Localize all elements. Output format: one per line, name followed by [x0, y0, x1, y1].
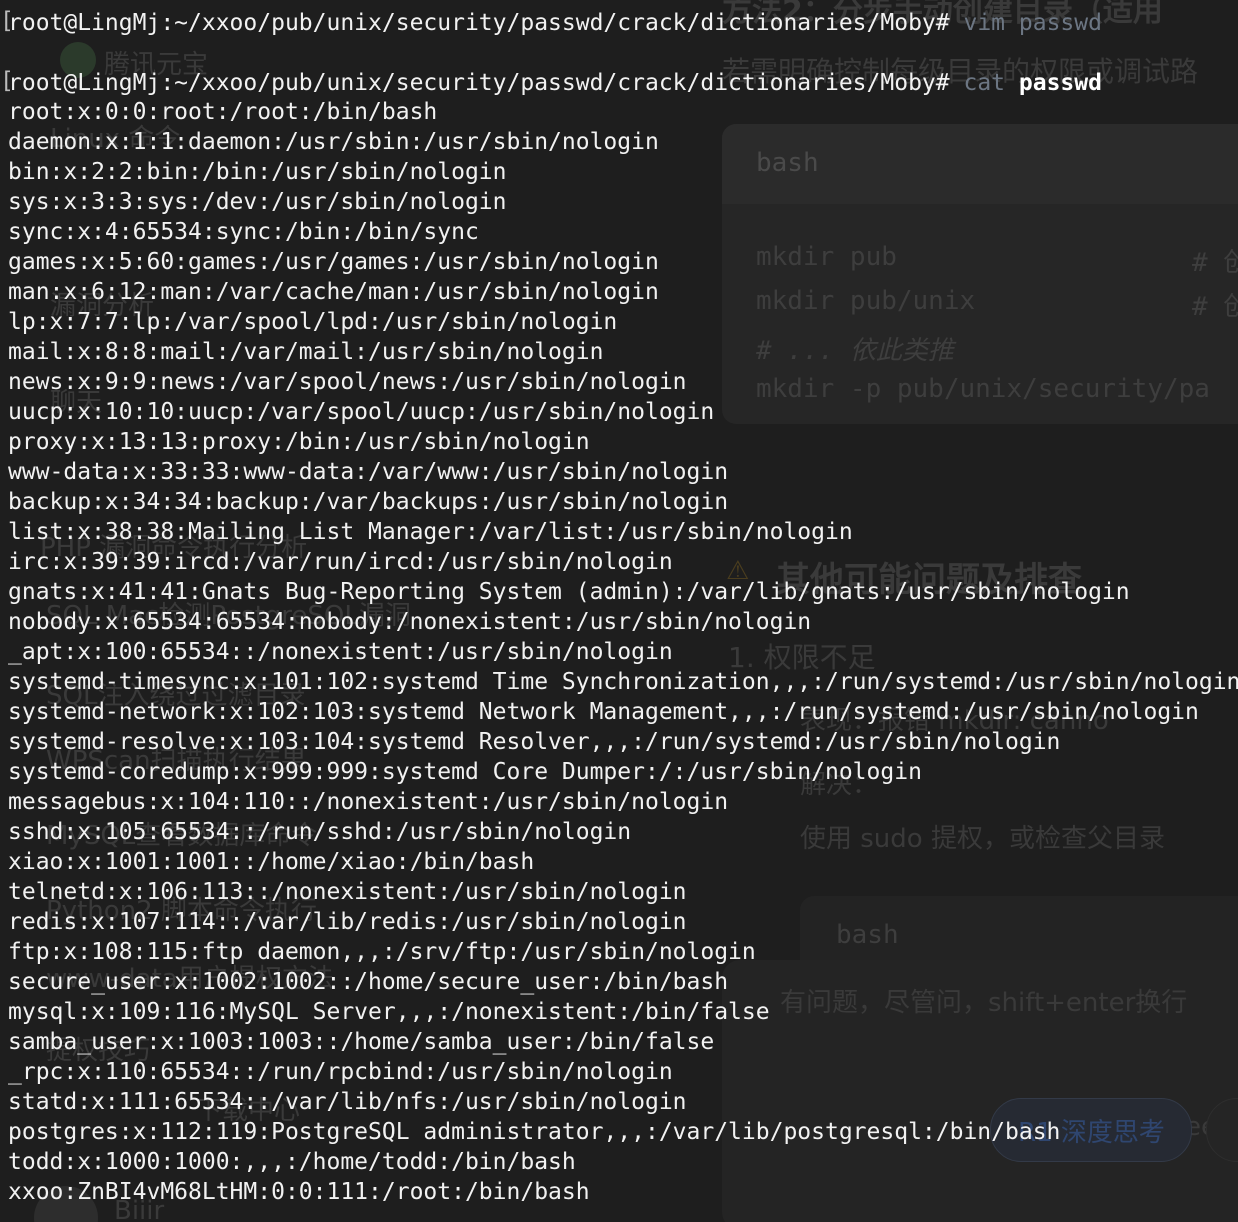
passwd-line: www-data:x:33:33:www-data:/var/www:/usr/… — [8, 459, 729, 485]
shell-prompt: root@LingMj:~/xxoo/pub/unix/security/pas… — [8, 10, 950, 36]
passwd-line: sync:x:4:65534:sync:/bin:/bin/sync — [8, 219, 479, 245]
passwd-line: _rpc:x:110:65534::/run/rpcbind:/usr/sbin… — [8, 1059, 673, 1085]
shell-prompt: root@LingMj:~/xxoo/pub/unix/security/pas… — [8, 70, 950, 96]
passwd-line: proxy:x:13:13:proxy:/bin:/usr/sbin/nolog… — [8, 429, 590, 455]
passwd-line: redis:x:107:114::/var/lib/redis:/usr/sbi… — [8, 909, 687, 935]
passwd-line: todd:x:1000:1000:,,,:/home/todd:/bin/bas… — [8, 1149, 576, 1175]
passwd-line: man:x:6:12:man:/var/cache/man:/usr/sbin/… — [8, 279, 659, 305]
command-arg: passwd — [1018, 70, 1102, 96]
passwd-line: daemon:x:1:1:daemon:/usr/sbin:/usr/sbin/… — [8, 129, 659, 155]
passwd-line: sys:x:3:3:sys:/dev:/usr/sbin/nologin — [8, 189, 507, 215]
passwd-line: sshd:x:105:65534::/run/sshd:/usr/sbin/no… — [8, 819, 632, 845]
passwd-line: xiao:x:1001:1001::/home/xiao:/bin/bash — [8, 849, 535, 875]
passwd-line: systemd-coredump:x:999:999:systemd Core … — [8, 759, 922, 785]
passwd-line: root:x:0:0:root:/root:/bin/bash — [8, 99, 438, 125]
passwd-line: systemd-timesync:x:101:102:systemd Time … — [8, 669, 1238, 695]
passwd-line: mail:x:8:8:mail:/var/mail:/usr/sbin/nolo… — [8, 339, 604, 365]
passwd-line: games:x:5:60:games:/usr/games:/usr/sbin/… — [8, 249, 659, 275]
passwd-line: systemd-resolve:x:103:104:systemd Resolv… — [8, 729, 1061, 755]
command-line-2: root@LingMj:~/xxoo/pub/unix/security/pas… — [8, 68, 1102, 98]
passwd-line: systemd-network:x:102:103:systemd Networ… — [8, 699, 1199, 725]
passwd-line: messagebus:x:104:110::/nonexistent:/usr/… — [8, 789, 729, 815]
passwd-line: uucp:x:10:10:uucp:/var/spool/uucp:/usr/s… — [8, 399, 715, 425]
passwd-line: secure_user:x:1002:1002::/home/secure_us… — [8, 969, 729, 995]
terminal-output: [ root@LingMj:~/xxoo/pub/unix/security/p… — [0, 0, 1238, 1222]
passwd-line: backup:x:34:34:backup:/var/backups:/usr/… — [8, 489, 729, 515]
passwd-line: _apt:x:100:65534::/nonexistent:/usr/sbin… — [8, 639, 673, 665]
passwd-line: gnats:x:41:41:Gnats Bug-Reporting System… — [8, 579, 1130, 605]
command-name: vim — [963, 10, 1006, 36]
command-name: cat — [963, 70, 1006, 96]
passwd-line: bin:x:2:2:bin:/bin:/usr/sbin/nologin — [8, 159, 507, 185]
command-arg: passwd — [1018, 10, 1102, 36]
passwd-line: ftp:x:108:115:ftp daemon,,,:/srv/ftp:/us… — [8, 939, 756, 965]
passwd-line: mysql:x:109:116:MySQL Server,,,:/nonexis… — [8, 999, 770, 1025]
passwd-line: list:x:38:38:Mailing List Manager:/var/l… — [8, 519, 853, 545]
passwd-line: news:x:9:9:news:/var/spool/news:/usr/sbi… — [8, 369, 687, 395]
command-line-1: root@LingMj:~/xxoo/pub/unix/security/pas… — [8, 8, 1102, 38]
passwd-line: postgres:x:112:119:PostgreSQL administra… — [8, 1119, 1061, 1145]
screen: 腾讯元宝 Linux 命令 漏洞分析 聊天 PHP 漏洞命令执行分析 SQL M… — [0, 0, 1238, 1222]
passwd-line: telnetd:x:106:113::/nonexistent:/usr/sbi… — [8, 879, 687, 905]
passwd-line: xxoo:ZnBI4vM68LtHM:0:0:111:/root:/bin/ba… — [8, 1179, 590, 1205]
passwd-line: irc:x:39:39:ircd:/var/run/ircd:/usr/sbin… — [8, 549, 673, 575]
passwd-line: samba_user:x:1003:1003::/home/samba_user… — [8, 1029, 715, 1055]
passwd-line: lp:x:7:7:lp:/var/spool/lpd:/usr/sbin/nol… — [8, 309, 618, 335]
passwd-line: nobody:x:65534:65534:nobody:/nonexistent… — [8, 609, 812, 635]
passwd-line: statd:x:111:65534::/var/lib/nfs:/usr/sbi… — [8, 1089, 687, 1115]
